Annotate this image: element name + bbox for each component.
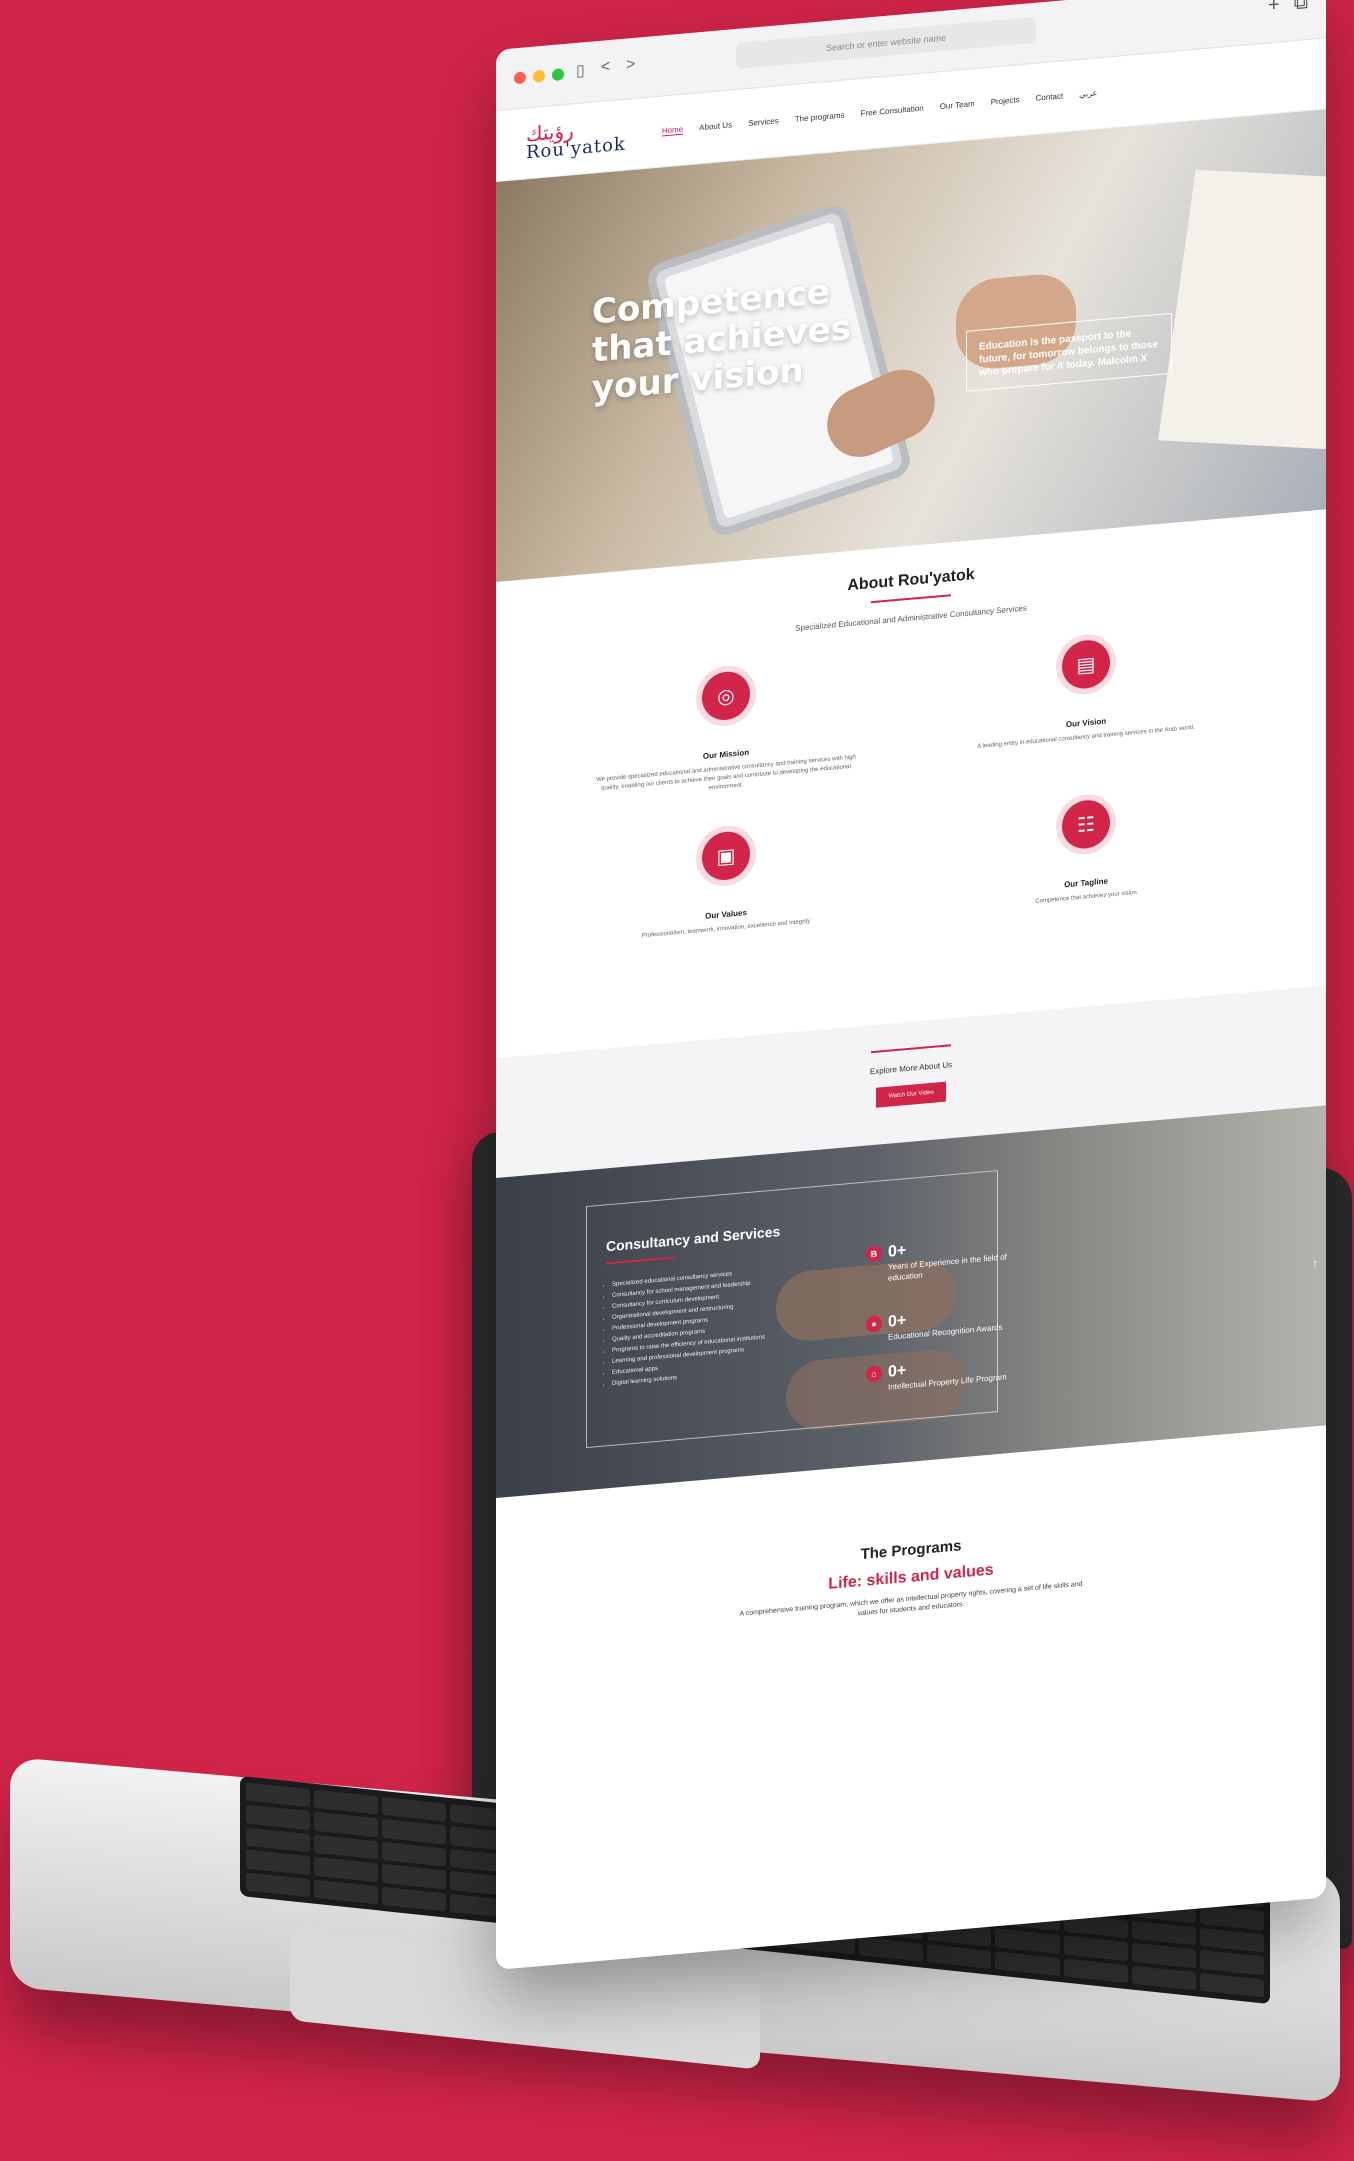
vision-icon: ▤ [1062,638,1110,691]
about-section: About Rou'yatok Specialized Educational … [496,509,1326,1058]
menu-programs[interactable]: The programs [795,111,845,125]
address-bar[interactable]: Search or enter website name [736,16,1036,70]
vision-card: ▤ Our Vision A leading entity in educati… [956,629,1216,754]
hero-section: Competence that achieves your vision Edu… [496,109,1326,583]
book-image [1158,169,1326,450]
mission-card: ◎ Our Mission We provide specialized edu… [596,661,856,804]
browser-right-icons: + ⧉ [1268,0,1308,17]
menu-contact[interactable]: Contact [1036,91,1064,103]
tagline-icon: ☷ [1062,798,1110,851]
mission-icon: ◎ [702,669,750,722]
tabs-overview-icon[interactable]: ⧉ [1294,0,1308,15]
window-controls[interactable] [514,68,564,85]
back-icon[interactable]: < [601,58,610,79]
values-icon: ▣ [702,829,750,882]
browser-window: ▯ < > Search or enter website name + ⧉ ر… [496,0,1326,1971]
stat-icon: B [866,1245,882,1263]
explore-divider [871,1044,951,1054]
menu-about[interactable]: About Us [699,120,732,133]
menu-team[interactable]: Our Team [940,99,975,112]
stat-value: 0+ [888,1242,907,1261]
sidebar-icon[interactable]: ▯ [576,60,585,81]
hero-headline: Competence that achieves your vision [592,271,851,409]
watch-video-button[interactable]: Watch Our Video [876,1081,946,1108]
maximize-dot[interactable] [552,68,564,82]
tagline-card: ☷ Our Tagline Competence that achieves y… [956,789,1216,914]
menu-free-consultation[interactable]: Free Consultation [861,104,924,120]
site-logo[interactable]: رؤيتك Rou'yatok [526,116,626,163]
main-menu: Home About Us Services The programs Free… [661,88,1097,137]
services-list: Specialized educational consultancy serv… [604,1261,822,1390]
new-tab-icon[interactable]: + [1268,0,1280,17]
scroll-to-top-icon[interactable]: ↑ [1312,1256,1318,1271]
stat-value: 0+ [888,1362,907,1381]
values-card: ▣ Our Values Professionalism, teamwork, … [596,821,856,946]
browser-nav-icons: ▯ < > [576,56,636,81]
stat-value: 0+ [888,1312,907,1331]
stat-icon: ● [866,1315,882,1333]
menu-projects[interactable]: Projects [991,95,1020,108]
title-underline [871,594,951,604]
menu-language[interactable]: عربي [1079,88,1097,100]
minimize-dot[interactable] [533,69,545,83]
menu-home[interactable]: Home [661,124,684,137]
stat-icon: ⌂ [866,1365,882,1383]
close-dot[interactable] [514,71,526,85]
menu-services[interactable]: Services [748,116,779,129]
forward-icon[interactable]: > [626,56,635,77]
